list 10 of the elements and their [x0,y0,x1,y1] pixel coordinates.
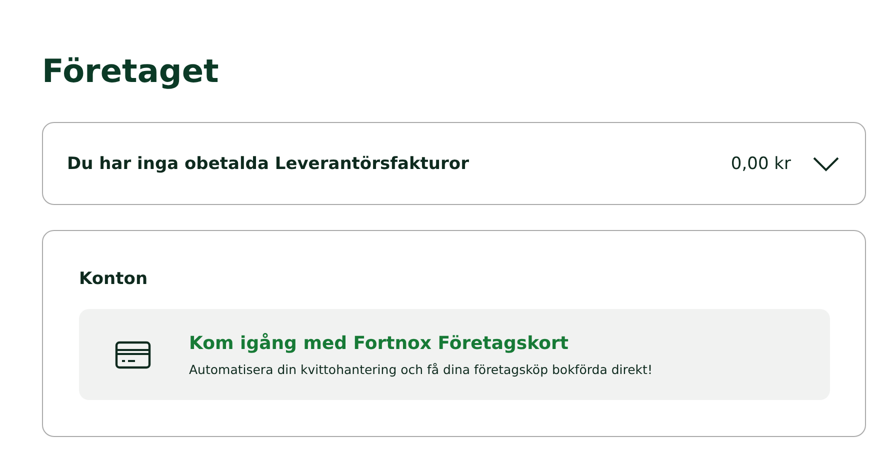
page-title: Företaget [42,51,220,92]
promo-text: Automatisera din kvittohantering och få dina företagsköp bokförda direkt! [189,362,652,376]
promo-banner[interactable]: Kom igång med Fortnox Företagskort Automatisera din kvittohantering och få dina företagsköp bokförda direkt! [79,309,830,400]
invoices-label: Du har inga obetalda Leverantörsfakturor [67,154,470,174]
invoices-accordion[interactable]: Du har inga obetalda Leverantörsfakturor 0,00 kr [42,122,866,205]
accounts-heading: Konton [79,269,149,289]
promo-title: Kom igång med Fortnox Företagskort [189,332,570,354]
chevron-icon [813,156,839,172]
credit-card-icon [115,340,151,368]
invoices-amount: 0,00 kr [730,154,791,174]
